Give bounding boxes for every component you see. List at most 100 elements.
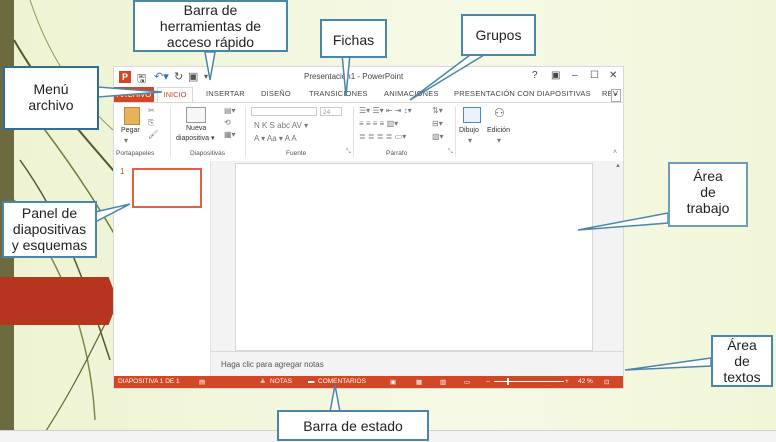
zoom-slider[interactable] <box>494 381 564 382</box>
zoom-slider-thumb[interactable] <box>507 378 509 385</box>
tab-diseno[interactable]: DISEÑO <box>261 89 291 98</box>
align-text-icon[interactable]: ⊟▾ <box>432 119 443 128</box>
close-icon[interactable]: ✕ <box>609 70 617 81</box>
notes-button[interactable]: NOTAS <box>270 378 292 385</box>
paste-dropdown-icon[interactable]: ▾ <box>124 136 128 145</box>
comments-button[interactable]: COMENTARIOS <box>318 378 366 385</box>
ribbon-tabs: ARCHIVO INICIO INSERTAR DISEÑO TRANSICIO… <box>114 87 623 102</box>
start-presentation-icon[interactable]: ▣ <box>188 70 198 83</box>
font-dialog-icon[interactable]: ⤡ <box>346 149 351 156</box>
callout-qat-line3: acceso rápido <box>166 34 255 50</box>
group-separator <box>455 107 456 157</box>
reset-icon[interactable]: ⟲ <box>224 118 231 127</box>
group-separator <box>170 107 171 157</box>
format-painter-icon[interactable]: 🖌 <box>148 130 158 139</box>
help-icon[interactable]: ? <box>532 70 538 81</box>
tab-animaciones[interactable]: ANIMACIONES <box>384 89 439 98</box>
notes-icon[interactable]: ≜ <box>260 378 265 386</box>
copy-icon[interactable]: ⎘ <box>148 118 154 128</box>
draw-label[interactable]: Dibujo <box>459 127 479 134</box>
justify-icons[interactable]: ≣ ≣ ≣ ≣ ▭▾ <box>359 132 406 141</box>
undo-icon[interactable]: ↶▾ <box>154 70 169 83</box>
tabs-scroll-icon[interactable]: ▸ <box>611 89 621 102</box>
callout-qat: Barra de herramientas de acceso rápido <box>133 0 288 52</box>
slide-edit-area: ▲ <box>211 161 623 351</box>
slide-sorter-icon[interactable]: ▦ <box>416 378 422 386</box>
layout-icon[interactable]: ▤▾ <box>224 106 236 115</box>
section-icon[interactable]: ▦▾ <box>224 130 236 139</box>
callout-barra-estado: Barra de estado <box>277 410 429 441</box>
group-parrafo: Párrafo <box>386 150 408 157</box>
font-name-field[interactable] <box>251 107 317 116</box>
paragraph-dialog-icon[interactable]: ⤡ <box>448 149 453 156</box>
zoom-level[interactable]: 42 % <box>578 378 593 385</box>
zoom-out-icon[interactable]: – <box>486 378 490 385</box>
font-color-buttons[interactable]: A ▾ Aa ▾ A A <box>254 134 297 143</box>
callout-panel-line3: y esquemas <box>11 237 88 253</box>
callout-qat-line2: herramientas de <box>159 18 262 34</box>
paste-icon[interactable] <box>124 107 140 125</box>
binoculars-icon[interactable]: ⚇ <box>494 106 505 120</box>
tab-inicio[interactable]: INICIO <box>157 87 193 102</box>
red-arrow-shape <box>0 277 118 325</box>
callout-menu-line1: Menú <box>33 81 69 97</box>
callout-panel-line2: diapositivas <box>12 221 87 237</box>
callout-trabajo-line2: de <box>700 184 716 200</box>
fit-slide-icon[interactable]: ⊡ <box>604 378 609 386</box>
group-separator <box>353 107 354 157</box>
new-slide-label[interactable]: Nueva <box>186 125 206 132</box>
status-bar: DIAPOSITIVA 1 DE 1 ▤ ≜ NOTAS ▬ COMENTARI… <box>114 376 623 388</box>
bullets-icon[interactable]: ☰▾ ☰▾ ⇤ ⇥ ↕▾ <box>359 106 412 115</box>
tab-archivo[interactable]: ARCHIVO <box>114 87 154 102</box>
powerpoint-logo-icon: P <box>119 71 131 83</box>
edit-label[interactable]: Edición <box>487 127 510 134</box>
window-title: Presentación1 - PowerPoint <box>304 72 404 81</box>
callout-textos-line2: de <box>734 353 750 369</box>
callout-textos-line1: Área <box>727 337 757 353</box>
normal-view-icon[interactable]: ▣ <box>390 378 396 386</box>
minimize-icon[interactable]: – <box>572 70 578 81</box>
tab-presentacion[interactable]: PRESENTACIÓN CON DIAPOSITIVAS <box>454 89 591 98</box>
callout-panel-diapositivas: Panel de diapositivas y esquemas <box>2 201 97 258</box>
customize-qat-icon[interactable]: ▾ <box>204 72 208 81</box>
reading-view-icon[interactable]: ▥ <box>440 378 446 386</box>
paste-label[interactable]: Pegar <box>121 127 140 134</box>
cut-icon[interactable]: ✂ <box>148 106 155 115</box>
zoom-in-icon[interactable]: + <box>565 378 569 385</box>
collapse-ribbon-icon[interactable]: ˄ <box>613 149 617 156</box>
maximize-icon[interactable]: ☐ <box>590 70 599 81</box>
callout-panel-line1: Panel de <box>21 205 78 221</box>
callout-fichas-text: Fichas <box>332 32 375 48</box>
callout-menu-line2: archivo <box>28 97 74 113</box>
notes-pane[interactable]: Haga clic para agregar notas <box>211 351 623 377</box>
slide-thumbnail[interactable] <box>132 168 202 208</box>
callout-trabajo-line3: trabajo <box>686 200 730 216</box>
scroll-up-icon[interactable]: ▲ <box>615 163 621 169</box>
new-slide-label-2[interactable]: diapositiva ▾ <box>176 134 215 142</box>
font-size-field[interactable]: 24 <box>320 107 342 116</box>
font-format-buttons[interactable]: N K S abc AV ▾ <box>254 121 308 130</box>
comments-icon[interactable]: ▬ <box>308 378 315 385</box>
callout-trabajo-line1: Área <box>693 168 723 184</box>
tab-insertar[interactable]: INSERTAR <box>206 89 245 98</box>
callout-area-textos: Área de textos <box>711 335 773 387</box>
text-direction-icon[interactable]: ⇅▾ <box>432 106 443 115</box>
ribbon-display-icon[interactable]: ▣ <box>551 70 560 81</box>
spellcheck-icon[interactable]: ▤ <box>199 378 205 386</box>
edit-dropdown-icon[interactable]: ▾ <box>497 136 501 145</box>
draw-dropdown-icon[interactable]: ▾ <box>468 136 472 145</box>
ribbon: Pegar ▾ ✂ ⎘ 🖌 Portapapeles Nueva diaposi… <box>114 102 623 162</box>
new-slide-icon[interactable] <box>186 107 206 123</box>
notes-placeholder: Haga clic para agregar notas <box>221 360 324 369</box>
smartart-icon[interactable]: ▧▾ <box>432 132 444 141</box>
callout-textos-line3: textos <box>723 369 761 385</box>
align-icons[interactable]: ≡ ≡ ≡ ≡ ▥▾ <box>359 119 398 128</box>
slide-canvas[interactable] <box>235 163 593 351</box>
draw-icon[interactable] <box>463 107 481 123</box>
slideshow-icon[interactable]: ▭ <box>464 378 470 386</box>
title-bar: P 🖫 ↶▾ ↻ ▣ ▾ Presentación1 - PowerPoint … <box>114 67 623 87</box>
redo-icon[interactable]: ↻ <box>174 70 183 83</box>
tab-transiciones[interactable]: TRANSICIONES <box>309 89 368 98</box>
callout-qat-line1: Barra de <box>183 2 238 18</box>
callout-area-trabajo: Área de trabajo <box>668 162 748 227</box>
